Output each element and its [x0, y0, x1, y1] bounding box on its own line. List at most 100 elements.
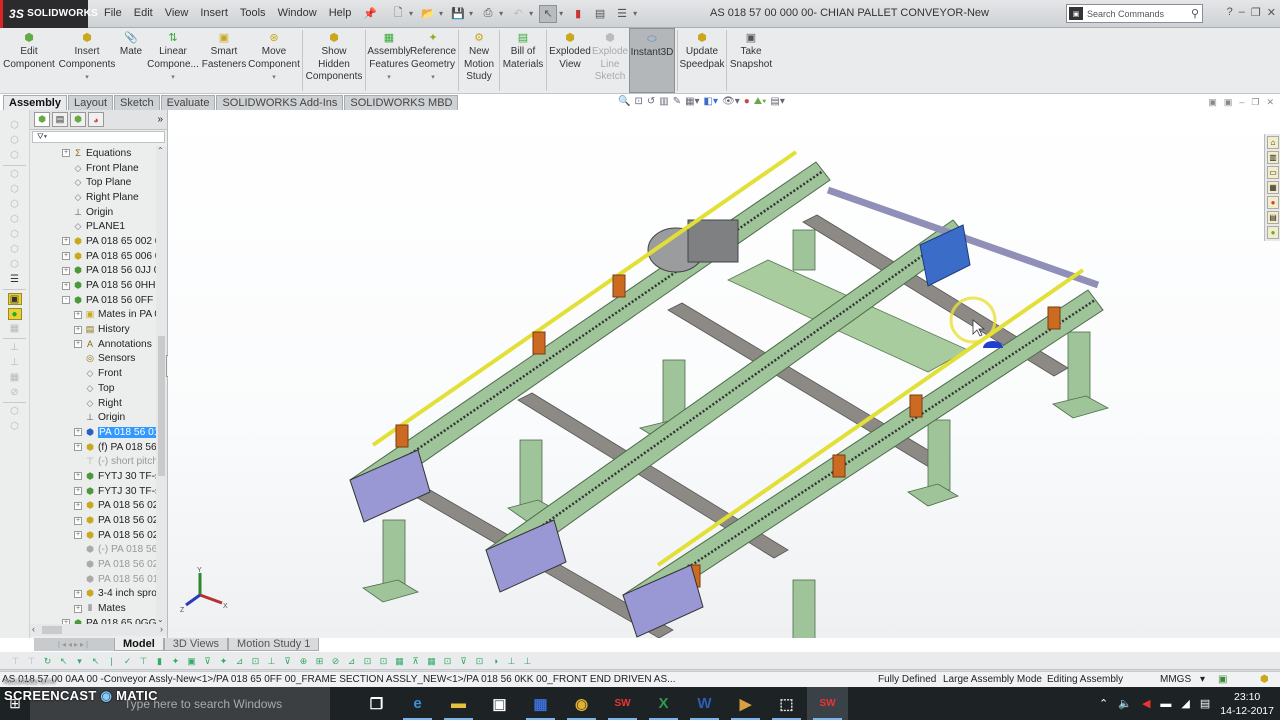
strip-tool-icon[interactable]: ⬡ [8, 259, 22, 271]
tree-vertical-scrollbar[interactable]: ⌃ ⌄ [156, 146, 167, 624]
expand-icon[interactable]: + [62, 149, 70, 158]
zoom-to-fit-icon[interactable]: 🔍 [618, 96, 630, 107]
expand-icon[interactable]: + [74, 531, 82, 540]
close-icon[interactable]: ✕ [1267, 6, 1276, 19]
tree-node[interactable]: ◇ Front [30, 366, 156, 381]
print-dropdown-icon[interactable]: ▾ [499, 9, 503, 18]
reference-geometry-button[interactable]: ✦ Reference Geometry ▾ [410, 28, 456, 93]
selection-filter-icon[interactable]: ↻ [40, 654, 55, 668]
strip-tool-icon[interactable]: ⬡ [8, 199, 22, 211]
file-properties-icon[interactable]: ▤ [591, 5, 609, 23]
taskbar-app-edge[interactable]: e [397, 687, 438, 720]
display-manager-tab-icon[interactable]: ◕ [88, 112, 104, 127]
strip-tool-icon[interactable]: ⬡ [8, 169, 22, 181]
selection-filter-icon[interactable]: ⊡ [360, 654, 375, 668]
tree-node[interactable]: ⊥ Origin [30, 205, 156, 220]
tree-node[interactable]: + ⬢ PA 018 56 02 [30, 528, 156, 543]
selection-filter-icon[interactable]: ⊥ [264, 654, 279, 668]
save-icon[interactable]: 💾 [449, 5, 467, 23]
smart-fasteners-button[interactable]: ▣ Smart Fasteners [200, 28, 248, 93]
selection-filter-icon[interactable]: | [104, 654, 119, 668]
selection-filter-icon[interactable]: ⊤ [136, 654, 151, 668]
expand-icon[interactable]: + [62, 266, 70, 275]
tree-node[interactable]: + ⬢ FYTJ 30 TF-st [30, 484, 156, 499]
linear-pattern-button[interactable]: ⇅ Linear Compone... ▾ [146, 28, 200, 93]
tab-motion-study-1[interactable]: Motion Study 1 [228, 638, 320, 651]
strip-tool-icon[interactable]: ⬡ [8, 214, 22, 226]
tree-node[interactable]: ⊥ Origin [30, 410, 156, 425]
selection-filter-icon[interactable]: ✓ [120, 654, 135, 668]
forum-icon[interactable]: ● [1267, 226, 1279, 239]
tab-sketch[interactable]: Sketch [114, 95, 160, 110]
expand-icon[interactable]: + [74, 443, 82, 452]
selection-filter-icon[interactable]: ⊞ [312, 654, 327, 668]
scroll-thumb[interactable] [42, 626, 62, 634]
options-icon[interactable]: ☰ [613, 5, 631, 23]
dropdown-icon[interactable]: ▾ [171, 72, 175, 85]
tree-node[interactable]: + ⫴ Mates [30, 601, 156, 616]
explode-line-sketch-button[interactable]: ⬢ Explode Line Sketch [591, 28, 629, 93]
tree-node[interactable]: ◇ PLANE1 [30, 219, 156, 234]
selection-filter-icon[interactable]: ▣ [184, 654, 199, 668]
tab-solidworks-add-ins[interactable]: SOLIDWORKS Add-Ins [216, 95, 344, 110]
expand-icon[interactable]: + [74, 310, 82, 319]
expand-icon[interactable]: + [62, 252, 70, 261]
print-icon[interactable]: ⎙ [479, 5, 497, 23]
graphics-area[interactable]: 🔍 ⊡ ↺ ▥ ✎ ▦▾ ◧▾ 👁▾ ● ⛰▾ ▤▾ ▣ ▣ – ❐ ✕ ⌂ ▥… [168, 96, 1280, 640]
scroll-up-icon[interactable]: ⌃ [157, 146, 164, 155]
zoom-to-area-icon[interactable]: ⊡ [634, 96, 642, 107]
strip-tool-icon[interactable]: ⬡ [8, 244, 22, 256]
tree-node[interactable]: + ⬢ PA 018 65 006 0 [30, 249, 156, 264]
custom-properties-icon[interactable]: ▤ [1267, 211, 1279, 224]
tab-model[interactable]: Model [114, 638, 164, 651]
strip-tool-icon[interactable]: ⊥ [8, 357, 22, 369]
restore-icon[interactable]: ❐ [1251, 6, 1261, 19]
exploded-view-button[interactable]: ⬢ Exploded View [549, 28, 591, 93]
strip-tool-active-icon[interactable]: ▣ [7, 293, 22, 305]
scroll-right-icon[interactable]: › [160, 624, 163, 634]
tab-3d-views[interactable]: 3D Views [163, 638, 229, 651]
new-dropdown-icon[interactable]: ▾ [409, 9, 413, 18]
tree-node[interactable]: + ⬢ (f) PA 018 56 [30, 440, 156, 455]
dropdown-icon[interactable]: ▾ [431, 72, 435, 85]
strip-tool-icon[interactable]: ⬡ [8, 421, 22, 433]
tab-layout[interactable]: Layout [67, 95, 114, 110]
tree-node[interactable]: + ⬢ FYTJ 30 TF-st [30, 469, 156, 484]
property-manager-tab-icon[interactable]: ▤ [52, 112, 68, 127]
open-dropdown-icon[interactable]: ▾ [439, 9, 443, 18]
tree-node[interactable]: + A Annotations [30, 337, 156, 352]
taskbar-app-solidworks[interactable]: SW [807, 687, 848, 720]
taskbar-app-store[interactable]: ▣ [479, 687, 520, 720]
units-selector[interactable]: MMGS [1160, 672, 1191, 688]
tree-node[interactable]: + ⬢ PA 018 65 002 0 [30, 234, 156, 249]
selection-filter-icon[interactable]: ▦ [392, 654, 407, 668]
tray-app-icon[interactable]: ◀ [1142, 697, 1150, 710]
strip-tool-active-icon[interactable]: ● [7, 308, 22, 320]
tree-node[interactable]: + ⬢ 3-4 inch spro [30, 587, 156, 602]
search-input[interactable]: Search Commands [1087, 9, 1164, 19]
selection-filter-icon[interactable]: ⊽ [456, 654, 471, 668]
tab-navigation-arrows[interactable]: |◂◂▸▸| [34, 638, 114, 651]
clock[interactable]: 23:10 14-12-2017 [1220, 690, 1274, 718]
bill-of-materials-button[interactable]: ▤ Bill of Materials [502, 28, 544, 93]
expand-icon[interactable]: + [74, 325, 82, 334]
selection-filter-icon[interactable]: ▾ [72, 654, 87, 668]
search-commands[interactable]: ▣ Search Commands ⚲ [1066, 4, 1203, 23]
selection-filter-icon[interactable]: ▦ [424, 654, 439, 668]
show-hidden-components-button[interactable]: ⬢ Show Hidden Components [305, 28, 363, 93]
selection-filter-icon[interactable]: ⊥ [520, 654, 535, 668]
taskbar-app-task-view[interactable]: ❐ [356, 687, 397, 720]
dropdown-icon[interactable]: ▾ [85, 72, 89, 85]
strip-tool-icon[interactable]: ⊥ [8, 342, 22, 354]
strip-tool-icon[interactable]: ▦ [8, 323, 22, 335]
new-document-icon[interactable]: 🗋 [389, 5, 407, 23]
selection-filter-icon[interactable]: ⊕ [296, 654, 311, 668]
tree-node[interactable]: + ⬢ PA 018 56 0JJ 0( [30, 264, 156, 279]
tree-node[interactable]: ⬢ (-) PA 018 56 [30, 543, 156, 558]
previous-view-icon[interactable]: ↺ [647, 96, 655, 107]
edit-component-button[interactable]: ⬢ Edit Component [0, 28, 58, 93]
solidworks-logo[interactable]: 3S SOLIDWORKS [0, 0, 98, 28]
select-icon[interactable]: ↖ [539, 4, 558, 23]
edit-appearance-icon[interactable]: ● [744, 96, 750, 107]
minimize-icon[interactable]: – [1239, 6, 1245, 19]
